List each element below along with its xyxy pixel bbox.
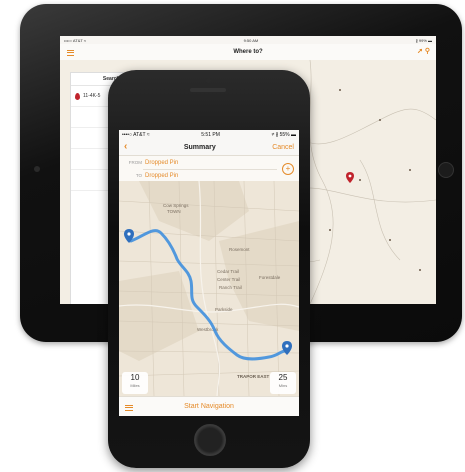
route-divider (143, 169, 277, 170)
iphone-battery: ≠ ∦ 55% ▬ (271, 131, 296, 138)
map-label: Ranch Trail (219, 285, 242, 290)
ipad-camera (34, 166, 40, 172)
map-label: TOWN (167, 209, 181, 214)
distance-unit: Miles (130, 383, 140, 388)
distance-value: 10 (130, 373, 140, 382)
ipad-home-button[interactable] (438, 162, 454, 178)
distance-readout: 10 Miles (122, 372, 148, 394)
ipad-status-bar: ••••○ AT&T ≈ 9:50 AM ∦ 99% ▬ (60, 36, 436, 44)
ipad-nav-title: Where to? (233, 49, 263, 55)
from-field[interactable]: FROM Dropped Pin (119, 156, 299, 169)
iphone-nav-bar: ‹ Summary Cancel (119, 139, 299, 156)
iphone-earpiece (190, 88, 226, 92)
iphone-device: ••••○ AT&T ≈ 5:51 PM ≠ ∦ 55% ▬ ‹ Summary… (108, 70, 310, 468)
list-icon[interactable] (125, 403, 133, 412)
chevron-left-icon[interactable]: ‹ (124, 142, 127, 152)
hamburger-icon[interactable] (67, 48, 74, 57)
map-label: Parkside (215, 307, 233, 312)
map-label: Cow Springs (163, 203, 189, 208)
to-value: Dropped Pin (145, 172, 179, 179)
iphone-home-button[interactable] (194, 424, 226, 456)
from-label: FROM (128, 160, 142, 165)
cancel-button[interactable]: Cancel (272, 144, 294, 151)
map-label: Rosemont (229, 247, 250, 252)
duration-readout: 25 Mins (270, 372, 296, 394)
route-map[interactable]: Cow Springs TOWN Rosemont Cedar Trail Ce… (119, 181, 299, 396)
iphone-carrier: ••••○ AT&T ≈ (122, 131, 150, 138)
map-label: Forestdale (259, 275, 281, 280)
ipad-battery: ∦ 99% ▬ (415, 37, 432, 43)
from-value: Dropped Pin (145, 159, 179, 166)
bottom-toolbar: Start Navigation (119, 396, 299, 416)
iphone-camera (206, 78, 211, 83)
page-title: Summary (183, 143, 216, 151)
duration-unit: Mins (278, 383, 288, 388)
start-navigation-button[interactable]: Start Navigation (184, 403, 234, 410)
iphone-screen: ••••○ AT&T ≈ 5:51 PM ≠ ∦ 55% ▬ ‹ Summary… (119, 130, 299, 416)
ipad-time: 9:50 AM (243, 37, 259, 43)
ipad-carrier: ••••○ AT&T ≈ (64, 37, 87, 43)
iphone-time: 5:51 PM (201, 131, 220, 138)
search-result-label: 11-4K-5 (83, 93, 101, 99)
map-label: Cedar Trail (217, 269, 239, 274)
map-pin-icon (75, 92, 80, 100)
map-label: Center Trail (217, 277, 240, 282)
map-label: TRAPOR EAST (237, 374, 270, 379)
to-label: TO (135, 173, 142, 178)
route-fields: FROM Dropped Pin TO Dropped Pin + (119, 156, 299, 183)
location-arrow-icon[interactable]: ➚ ⚲ (417, 47, 430, 55)
iphone-status-bar: ••••○ AT&T ≈ 5:51 PM ≠ ∦ 55% ▬ (119, 130, 299, 139)
ipad-nav-bar: Where to? ➚ ⚲ (60, 44, 436, 61)
plus-circle-icon[interactable]: + (282, 163, 294, 175)
duration-value: 25 (278, 373, 288, 382)
